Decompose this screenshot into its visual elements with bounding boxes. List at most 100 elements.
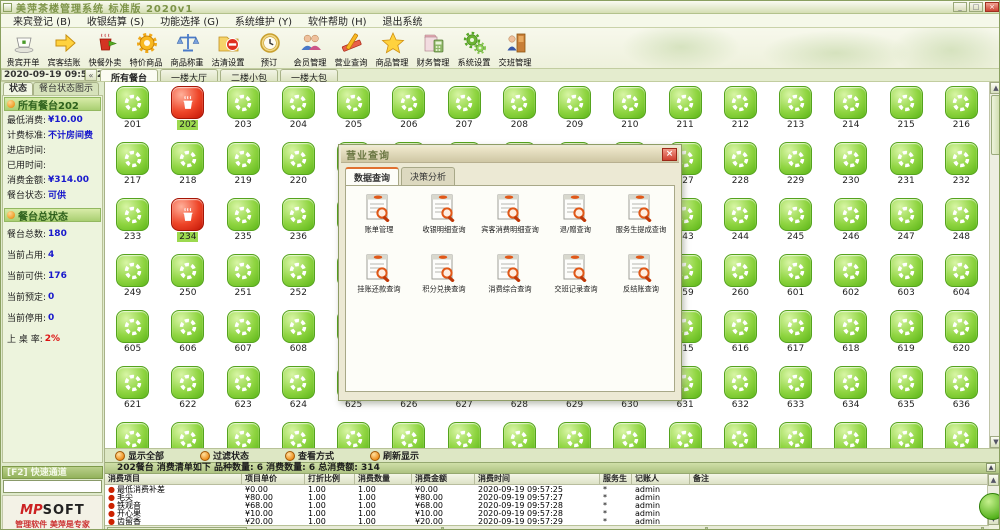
query-item[interactable]: 积分兑换查询	[412, 254, 478, 314]
scroll-thumb[interactable]	[991, 95, 1000, 155]
table-cell[interactable]: 604	[934, 254, 989, 310]
floor-tab[interactable]: 一楼大厅	[160, 69, 218, 81]
floor-tab[interactable]: 二楼小包	[220, 69, 278, 81]
table-cell[interactable]: 244	[713, 198, 768, 254]
query-item[interactable]: 收银明细查询	[412, 194, 478, 254]
toolbar-button-weighing[interactable]: 商品称重	[167, 28, 208, 69]
query-item[interactable]: 宾客消费明细查询	[477, 194, 543, 254]
consumption-row[interactable]: ●齿留香 ¥20.00 1.00 1.00 ¥20.00 2020-09-19 …	[105, 517, 989, 525]
toolbar-button-settings[interactable]: 系统设置	[454, 28, 495, 69]
table-cell[interactable]: 228	[713, 142, 768, 198]
table-cell[interactable]: 236	[271, 198, 326, 254]
query-item[interactable]: 服务生提成查询	[608, 194, 674, 254]
table-cell[interactable]: 251	[216, 254, 271, 310]
floor-tab[interactable]: 一楼大包	[280, 69, 338, 81]
table-cell[interactable]: 235	[216, 198, 271, 254]
table-cell[interactable]: 218	[160, 142, 215, 198]
table-cell[interactable]: 249	[105, 254, 160, 310]
table-cell[interactable]: 651	[879, 422, 934, 448]
query-item[interactable]: 交班记录查询	[543, 254, 609, 314]
menu-item[interactable]: 来宾登记 (B)	[5, 13, 79, 28]
table-cell[interactable]: 208	[492, 86, 547, 142]
table-cell[interactable]: 652	[934, 422, 989, 448]
table-cell[interactable]: 622	[160, 366, 215, 422]
table-cell[interactable]: 632	[713, 366, 768, 422]
table-cell[interactable]: 229	[768, 142, 823, 198]
table-cell[interactable]: 637	[105, 422, 160, 448]
horizontal-scrollbar[interactable]	[105, 525, 989, 530]
table-cell[interactable]: 616	[713, 310, 768, 366]
scroll-up-arrow[interactable]: ▲	[990, 82, 1000, 94]
table-cell[interactable]: 217	[105, 142, 160, 198]
table-cell[interactable]: 618	[823, 310, 878, 366]
table-cell[interactable]: 620	[934, 310, 989, 366]
dialog-tab[interactable]: 决策分析	[401, 167, 455, 186]
table-cell[interactable]: 643	[437, 422, 492, 448]
minimize-button[interactable]: _	[953, 2, 967, 12]
table-cell[interactable]: 619	[879, 310, 934, 366]
scroll-down-arrow[interactable]: ▼	[990, 436, 1000, 448]
maximize-button[interactable]: □	[969, 2, 983, 12]
grid-scrollbar[interactable]: ▲ ▼	[989, 82, 1000, 448]
query-item[interactable]: 反结账查询	[608, 254, 674, 314]
table-cell[interactable]: 607	[216, 310, 271, 366]
table-cell[interactable]: 617	[768, 310, 823, 366]
table-cell[interactable]: 260	[713, 254, 768, 310]
toolbar-button-takeout[interactable]: 快餐外卖	[85, 28, 126, 69]
table-cell[interactable]: 642	[381, 422, 436, 448]
dialog-tab[interactable]: 数据查询	[345, 167, 399, 186]
menu-item[interactable]: 软件帮助 (H)	[300, 13, 375, 28]
table-cell[interactable]: 230	[823, 142, 878, 198]
table-cell[interactable]: 603	[879, 254, 934, 310]
table-cell[interactable]: 650	[823, 422, 878, 448]
bottom-toolbar-button[interactable]: 过滤状态	[200, 449, 249, 462]
table-cell[interactable]: 636	[934, 366, 989, 422]
status-collapse-button[interactable]: ▲	[986, 463, 996, 472]
table-cell[interactable]: 644	[492, 422, 547, 448]
table-cell[interactable]: 234	[160, 198, 215, 254]
toolbar-button-soldout[interactable]: 沽清设置	[208, 28, 249, 69]
toolbar-button-open-order[interactable]: 贵宾开单	[3, 28, 44, 69]
table-cell[interactable]: 209	[547, 86, 602, 142]
table-cell[interactable]: 211	[658, 86, 713, 142]
query-item[interactable]: 挂账还款查询	[346, 254, 412, 314]
menu-item[interactable]: 收银结算 (S)	[79, 13, 152, 28]
toolbar-button-special-items[interactable]: 特价商品	[126, 28, 167, 69]
table-cell[interactable]: 602	[823, 254, 878, 310]
table-cell[interactable]: 621	[105, 366, 160, 422]
toolbar-button-finance[interactable]: 财务管理	[413, 28, 454, 69]
query-item[interactable]: 账单管理	[346, 194, 412, 254]
query-item[interactable]: 退/赠查询	[543, 194, 609, 254]
dialog-close-button[interactable]: ×	[662, 148, 677, 161]
collapse-sidebar-button[interactable]: «	[85, 69, 97, 81]
quick-channel-input[interactable]	[3, 480, 102, 493]
floor-tab[interactable]: 所有餐台	[100, 69, 158, 81]
table-cell[interactable]: 213	[768, 86, 823, 142]
table-cell[interactable]: 640	[271, 422, 326, 448]
table-cell[interactable]: 250	[160, 254, 215, 310]
table-cell[interactable]: 203	[216, 86, 271, 142]
toolbar-button-reservation[interactable]: 预订	[249, 28, 290, 69]
close-button[interactable]: ×	[985, 2, 999, 12]
table-cell[interactable]: 216	[934, 86, 989, 142]
table-cell[interactable]: 605	[105, 310, 160, 366]
table-cell[interactable]: 608	[271, 310, 326, 366]
bottom-toolbar-button[interactable]: 刷新显示	[370, 449, 419, 462]
sidebar-tab[interactable]: 餐台状态图示	[33, 82, 99, 95]
table-cell[interactable]: 606	[160, 310, 215, 366]
table-cell[interactable]: 634	[823, 366, 878, 422]
table-cell[interactable]: 214	[823, 86, 878, 142]
table-cell[interactable]: 635	[879, 366, 934, 422]
table-cell[interactable]: 633	[768, 366, 823, 422]
menu-item[interactable]: 功能选择 (G)	[152, 13, 227, 28]
toolbar-button-business-query[interactable]: 营业查询	[331, 28, 372, 69]
floating-assistant-button[interactable]	[979, 493, 1000, 520]
table-cell[interactable]: 245	[768, 198, 823, 254]
table-cell[interactable]: 233	[105, 198, 160, 254]
table-cell[interactable]: 201	[105, 86, 160, 142]
bottom-toolbar-button[interactable]: 显示全部	[115, 449, 164, 462]
table-cell[interactable]: 623	[216, 366, 271, 422]
table-cell[interactable]: 649	[768, 422, 823, 448]
table-cell[interactable]: 601	[768, 254, 823, 310]
table-cell[interactable]: 212	[713, 86, 768, 142]
